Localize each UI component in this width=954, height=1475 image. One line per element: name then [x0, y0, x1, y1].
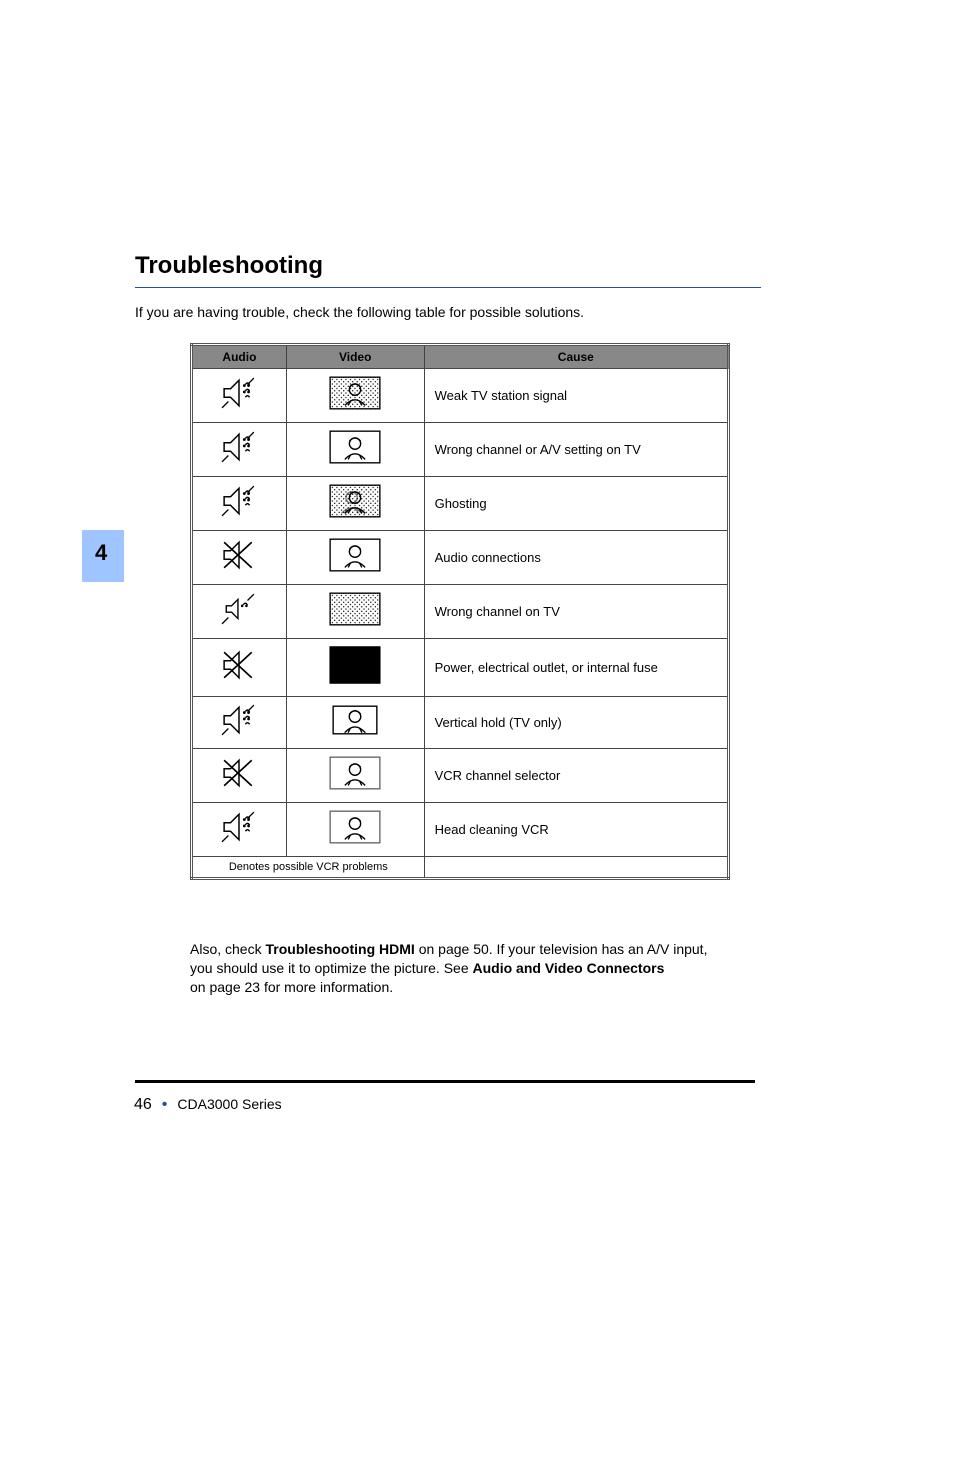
- speaker-notes-icon: [219, 810, 259, 844]
- table-header-row: Audio Video Cause: [192, 345, 729, 369]
- audio-cell: [192, 749, 287, 803]
- person-frame-icon: [329, 429, 381, 465]
- person-frame-gray-icon: [329, 809, 381, 845]
- intro-text: If you are having trouble, check the fol…: [135, 304, 695, 320]
- speaker-notes-icon: [219, 484, 259, 518]
- troubleshooting-table: Audio Video Cause Weak TV station signal…: [190, 343, 730, 880]
- table-note-empty: [424, 857, 728, 879]
- audio-cell: [192, 585, 287, 639]
- table-row: VCR channel selector: [192, 749, 729, 803]
- page-heading: Troubleshooting: [135, 252, 323, 280]
- outro-line3: on page 23 for more information.: [190, 979, 393, 995]
- table-row: Vertical hold (TV only): [192, 697, 729, 749]
- section-number: 4: [95, 540, 107, 566]
- table-row: Weak TV station signal: [192, 369, 729, 423]
- speaker-notes-icon: [219, 430, 259, 464]
- cause-cell: Ghosting: [424, 477, 728, 531]
- table-note-cell: Denotes possible VCR problems: [192, 857, 425, 879]
- table-row: Power, electrical outlet, or internal fu…: [192, 639, 729, 697]
- snow-frame-icon: [329, 591, 381, 627]
- footer-series: CDA3000 Series: [177, 1096, 281, 1112]
- table-row: Ghosting: [192, 477, 729, 531]
- audio-cell: [192, 697, 287, 749]
- person-frame-small-icon: [332, 704, 378, 736]
- table-row: Head cleaning VCR: [192, 803, 729, 857]
- video-cell: [286, 423, 424, 477]
- speaker-notes-icon: [219, 703, 259, 737]
- video-cell: [286, 531, 424, 585]
- black-frame-icon: [329, 645, 381, 685]
- footer-page-number: 46: [134, 1096, 152, 1114]
- heading-rule: [135, 287, 761, 288]
- cause-cell: VCR channel selector: [424, 749, 728, 803]
- table-note-row: Denotes possible VCR problems: [192, 857, 729, 879]
- audio-cell: [192, 477, 287, 531]
- audio-cell: [192, 803, 287, 857]
- person-frame-gray-icon: [329, 755, 381, 791]
- col-header-cause: Cause: [424, 345, 728, 369]
- person-frame-icon: [329, 537, 381, 573]
- cause-cell: Power, electrical outlet, or internal fu…: [424, 639, 728, 697]
- table-row: Audio connections: [192, 531, 729, 585]
- audio-cell: [192, 369, 287, 423]
- cause-cell: Audio connections: [424, 531, 728, 585]
- outro-line2-bold: Audio and Video Connectors: [473, 960, 665, 976]
- video-cell: [286, 697, 424, 749]
- col-header-audio: Audio: [192, 345, 287, 369]
- video-cell: [286, 639, 424, 697]
- audio-cell: [192, 423, 287, 477]
- page-footer: 46 • CDA3000 Series: [134, 1096, 282, 1114]
- footer-rule: [135, 1080, 755, 1083]
- outro-line1-post: on page 50. If your television has an A/…: [415, 941, 708, 957]
- speaker-x-icon: [219, 756, 259, 790]
- cause-cell: Wrong channel on TV: [424, 585, 728, 639]
- col-header-video: Video: [286, 345, 424, 369]
- audio-cell: [192, 639, 287, 697]
- person-frame-ghost-icon: [329, 483, 381, 519]
- cause-cell: Wrong channel or A/V setting on TV: [424, 423, 728, 477]
- outro-line1-pre: Also, check: [190, 941, 265, 957]
- cause-cell: Weak TV station signal: [424, 369, 728, 423]
- video-cell: [286, 749, 424, 803]
- speaker-small-icon: [219, 592, 259, 626]
- video-cell: [286, 369, 424, 423]
- footer-bullet-icon: •: [162, 1096, 168, 1114]
- audio-cell: [192, 531, 287, 585]
- speaker-notes-icon: [219, 376, 259, 410]
- video-cell: [286, 585, 424, 639]
- video-cell: [286, 477, 424, 531]
- outro-line2-pre: you should use it to optimize the pictur…: [190, 960, 473, 976]
- speaker-x-icon: [219, 538, 259, 572]
- cause-cell: Vertical hold (TV only): [424, 697, 728, 749]
- video-cell: [286, 803, 424, 857]
- table-row: Wrong channel on TV: [192, 585, 729, 639]
- person-frame-dotted-icon: [329, 375, 381, 411]
- cause-cell: Head cleaning VCR: [424, 803, 728, 857]
- speaker-x-icon: [219, 648, 259, 682]
- outro-text: Also, check Troubleshooting HDMI on page…: [190, 940, 730, 997]
- table-row: Wrong channel or A/V setting on TV: [192, 423, 729, 477]
- outro-line1-bold: Troubleshooting HDMI: [265, 941, 414, 957]
